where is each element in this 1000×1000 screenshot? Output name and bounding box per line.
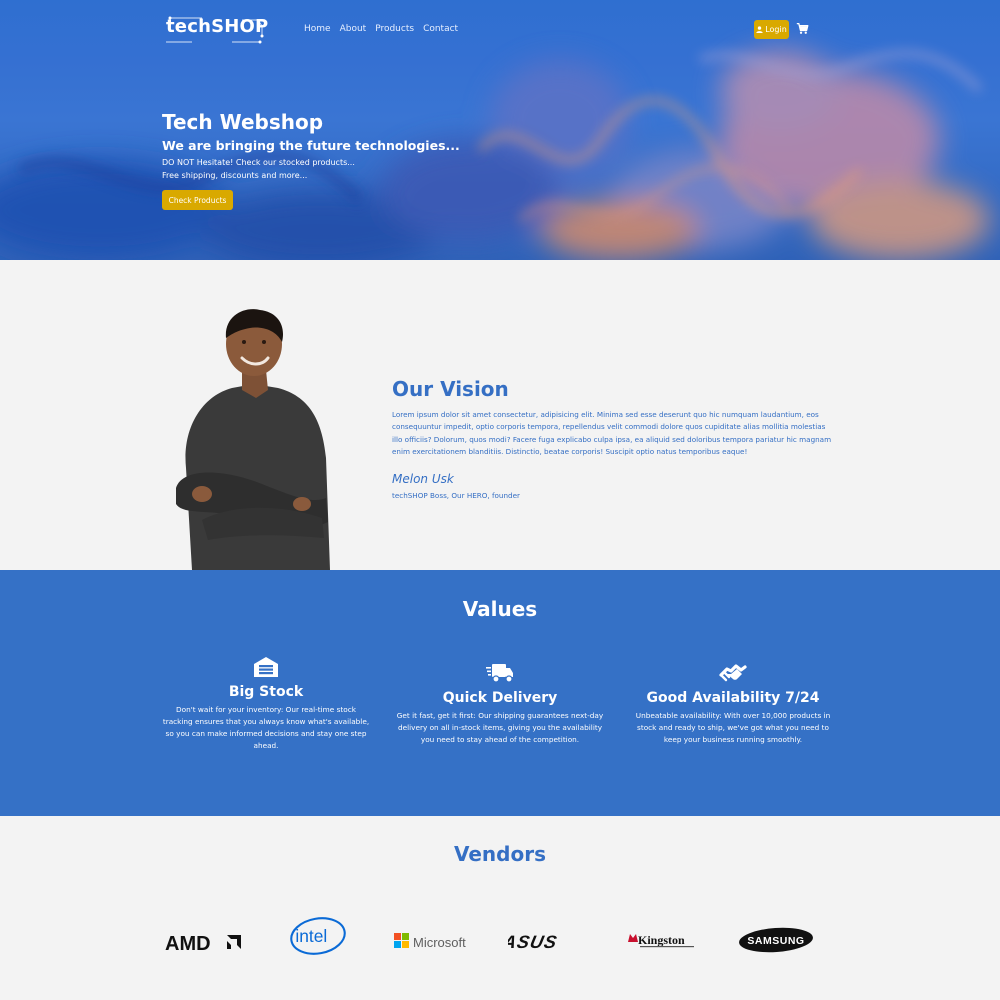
hero-title: Tech Webshop — [162, 110, 324, 134]
delivery-truck-icon — [486, 664, 513, 683]
value-card-big-stock: Big Stock Don't wait for your inventory:… — [162, 656, 370, 752]
value-card-quick-delivery: Quick Delivery Get it fast, get it first… — [396, 662, 604, 746]
hero-text-line-2: Free shipping, discounts and more... — [162, 171, 308, 180]
intel-logo: intel — [290, 917, 346, 955]
founder-name: Melon Usk — [392, 472, 454, 486]
warehouse-icon — [254, 657, 278, 677]
vision-text: Lorem ipsum dolor sit amet consectetur, … — [392, 410, 832, 456]
hero-subtitle: We are bringing the future technologies.… — [162, 138, 460, 153]
techshop-logo[interactable]: techSHOP — [162, 14, 269, 46]
vision-section: Our Vision Lorem ipsum dolor sit amet co… — [0, 260, 1000, 570]
nav-links: Home About Products Contact — [304, 24, 458, 34]
kingston-logo-text: Kingston — [638, 933, 685, 947]
nav-link-about[interactable]: About — [340, 24, 367, 34]
vendors-section: Vendors AMD intel Microsoft ASUS Kingsto… — [0, 816, 1000, 1000]
handshake-icon — [719, 664, 747, 682]
check-products-button[interactable]: Check Products — [162, 190, 233, 210]
microsoft-logo-text: Microsoft — [413, 935, 466, 950]
values-section: Values Big Stock Don't wait for your inv… — [0, 570, 1000, 816]
nav-link-home[interactable]: Home — [304, 24, 331, 34]
asus-logo-text: ASUS — [508, 932, 559, 952]
amd-logo-text: AMD — [165, 933, 211, 955]
vendors-title: Vendors — [453, 842, 546, 866]
founder-photo — [176, 309, 330, 570]
cart-icon[interactable] — [796, 22, 809, 35]
logo-text: techSHOP — [166, 16, 269, 37]
value-description: Don't wait for your inventory: Our real-… — [162, 705, 370, 750]
user-icon — [756, 26, 763, 33]
samsung-logo: SAMSUNG — [739, 927, 813, 953]
nav-link-contact[interactable]: Contact — [423, 24, 458, 34]
value-card-availability: Good Availability 7/24 Unbeatable availa… — [629, 662, 837, 746]
value-name: Quick Delivery — [442, 690, 558, 706]
nav-link-products[interactable]: Products — [375, 24, 414, 34]
asus-logo: ASUS — [508, 932, 559, 952]
founder-role: techSHOP Boss, Our HERO, founder — [392, 491, 520, 500]
microsoft-logo: Microsoft — [394, 933, 466, 950]
intel-logo-text: intel — [295, 926, 327, 946]
login-button[interactable]: Login — [754, 20, 789, 39]
kingston-logo: Kingston — [628, 933, 694, 948]
values-title: Values — [462, 597, 538, 621]
vision-title: Our Vision — [392, 377, 509, 401]
value-description: Unbeatable availability: With over 10,00… — [635, 711, 831, 744]
hero-section: techSHOP Home About Products Contact Log… — [0, 0, 1000, 260]
samsung-logo-text: SAMSUNG — [747, 935, 804, 947]
value-description: Get it fast, get it first: Our shipping … — [396, 711, 604, 744]
login-label: Login — [765, 25, 787, 34]
hero-text-line-1: DO NOT Hesitate! Check our stocked produ… — [162, 158, 355, 167]
value-name: Big Stock — [228, 684, 304, 700]
amd-logo: AMD — [165, 933, 241, 955]
value-name: Good Availability 7/24 — [646, 690, 820, 706]
top-navbar: techSHOP Home About Products Contact Log… — [0, 0, 1000, 60]
